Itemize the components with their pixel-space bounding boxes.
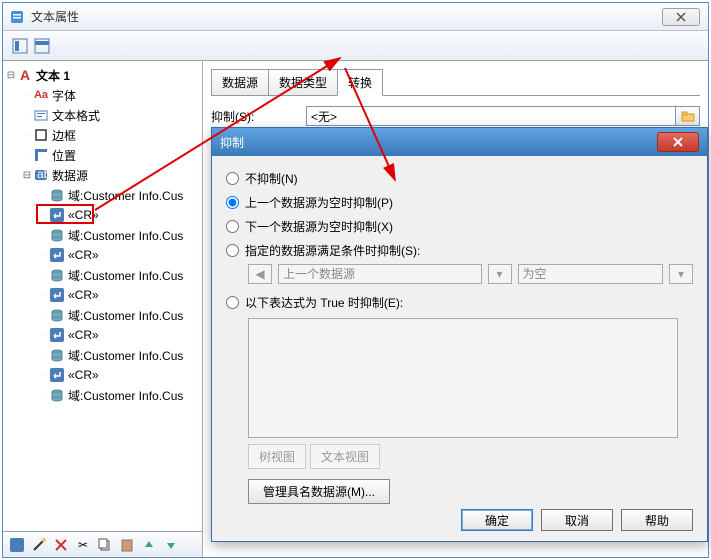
tree-item[interactable]: ·«CR» bbox=[5, 365, 200, 385]
radio-condition[interactable]: 指定的数据源满足条件时抑制(S): bbox=[226, 238, 693, 262]
tree-item[interactable]: ·文本格式 bbox=[5, 105, 200, 125]
help-button[interactable]: 帮助 bbox=[621, 509, 693, 531]
border-icon bbox=[33, 127, 49, 143]
text-icon: A bbox=[17, 67, 33, 83]
tree-item[interactable]: ·域:Customer Info.Cus bbox=[5, 305, 200, 325]
field-icon bbox=[49, 187, 65, 203]
field-icon bbox=[49, 387, 65, 403]
dropdown-icon: ▾ bbox=[488, 264, 512, 284]
tool-copy-icon[interactable] bbox=[97, 537, 113, 553]
cr-icon bbox=[49, 247, 65, 263]
tree[interactable]: ⊟ A 文本 1 ·Aa字体·文本格式·边框·位置⊟ab数据源·域:Custom… bbox=[3, 61, 202, 531]
suppress-label: 抑制(S): bbox=[211, 108, 306, 125]
window-title: 文本属性 bbox=[31, 8, 662, 25]
suppress-row: 抑制(S): bbox=[211, 106, 700, 126]
field-icon bbox=[49, 267, 65, 283]
tree-item[interactable]: ·域:Customer Info.Cus bbox=[5, 385, 200, 405]
tree-item[interactable]: ·域:Customer Info.Cus bbox=[5, 185, 200, 205]
radio-prev-empty[interactable]: 上一个数据源为空时抑制(P) bbox=[226, 190, 693, 214]
tab-textview: 文本视图 bbox=[310, 444, 380, 469]
layout-icon-1[interactable] bbox=[11, 37, 29, 55]
radio-expression[interactable]: 以下表达式为 True 时抑制(E): bbox=[226, 290, 693, 314]
tool-wand-icon[interactable] bbox=[31, 537, 47, 553]
tree-item[interactable]: ·域:Customer Info.Cus bbox=[5, 345, 200, 365]
tree-item[interactable]: ·域:Customer Info.Cus bbox=[5, 265, 200, 285]
dropdown-icon-2: ▾ bbox=[669, 264, 693, 284]
ok-button[interactable]: 确定 bbox=[461, 509, 533, 531]
field-icon bbox=[49, 227, 65, 243]
close-button[interactable] bbox=[662, 8, 700, 26]
tab-transform[interactable]: 转换 bbox=[337, 69, 383, 96]
tree-item[interactable]: ·Aa字体 bbox=[5, 85, 200, 105]
tool-down-icon[interactable] bbox=[163, 537, 179, 553]
cr-icon bbox=[49, 287, 65, 303]
tree-item[interactable]: ·«CR» bbox=[5, 205, 200, 225]
textfmt-icon bbox=[33, 107, 49, 123]
app-icon bbox=[9, 9, 25, 25]
suppress-input[interactable] bbox=[306, 106, 676, 126]
field-icon bbox=[49, 307, 65, 323]
titlebar: 文本属性 bbox=[3, 3, 708, 31]
datasource-icon: ab bbox=[33, 167, 49, 183]
cr-icon bbox=[49, 327, 65, 343]
top-toolbar bbox=[3, 31, 708, 61]
tree-item[interactable]: ·«CR» bbox=[5, 245, 200, 265]
tree-item[interactable]: ·位置 bbox=[5, 145, 200, 165]
tab-datasource[interactable]: 数据源 bbox=[211, 69, 269, 95]
svg-text:ab: ab bbox=[37, 168, 48, 181]
datasource-select: 上一个数据源 bbox=[278, 264, 482, 284]
tree-item[interactable]: ·«CR» bbox=[5, 325, 200, 345]
cancel-button[interactable]: 取消 bbox=[541, 509, 613, 531]
tabs: 数据源 数据类型 转换 bbox=[211, 69, 700, 96]
suppress-dialog: 抑制 不抑制(N) 上一个数据源为空时抑制(P) 下一个数据源为空时抑制(X) … bbox=[211, 127, 708, 542]
suppress-browse-button[interactable] bbox=[676, 106, 700, 126]
dialog-title: 抑制 bbox=[220, 134, 657, 151]
tool-paste-icon[interactable] bbox=[119, 537, 135, 553]
tree-item[interactable]: ·边框 bbox=[5, 125, 200, 145]
tree-root[interactable]: ⊟ A 文本 1 bbox=[5, 65, 200, 85]
cr-icon bbox=[49, 367, 65, 383]
manage-named-ds-button[interactable]: 管理具名数据源(M)... bbox=[248, 479, 390, 504]
layout-icon-2[interactable] bbox=[33, 37, 51, 55]
tool-cut-icon[interactable]: ✂ bbox=[75, 537, 91, 553]
tree-item[interactable]: ⊟ab数据源 bbox=[5, 165, 200, 185]
dialog-close-button[interactable] bbox=[657, 132, 699, 152]
bottom-toolbar: ✂ bbox=[3, 531, 202, 557]
cr-icon bbox=[49, 207, 65, 223]
condition-select: 为空 bbox=[518, 264, 663, 284]
radio-no-suppress[interactable]: 不抑制(N) bbox=[226, 166, 693, 190]
dialog-titlebar: 抑制 bbox=[212, 128, 707, 156]
position-icon bbox=[33, 147, 49, 163]
tab-datatype[interactable]: 数据类型 bbox=[268, 69, 338, 95]
field-icon bbox=[49, 347, 65, 363]
tree-panel: ⊟ A 文本 1 ·Aa字体·文本格式·边框·位置⊟ab数据源·域:Custom… bbox=[3, 61, 203, 557]
tool-up-icon[interactable] bbox=[141, 537, 157, 553]
expression-textarea bbox=[248, 318, 678, 438]
tool-field-icon[interactable] bbox=[9, 537, 25, 553]
font-icon: Aa bbox=[33, 87, 49, 103]
tool-delete-icon[interactable] bbox=[53, 537, 69, 553]
tab-treeview: 树视图 bbox=[248, 444, 306, 469]
prev-ds-button: ◀ bbox=[248, 264, 272, 284]
tree-item[interactable]: ·域:Customer Info.Cus bbox=[5, 225, 200, 245]
radio-next-empty[interactable]: 下一个数据源为空时抑制(X) bbox=[226, 214, 693, 238]
tree-item[interactable]: ·«CR» bbox=[5, 285, 200, 305]
